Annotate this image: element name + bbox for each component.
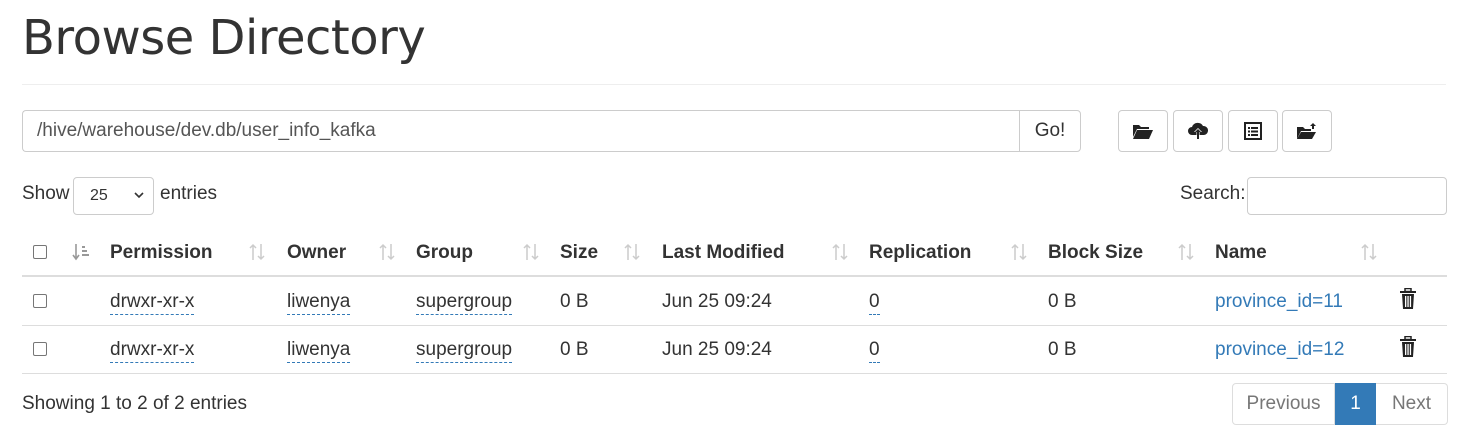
upload-files-button[interactable] bbox=[1173, 110, 1223, 152]
table-header: Permission Owner Group Size Last Modifie… bbox=[22, 230, 1447, 277]
go-button[interactable]: Go! bbox=[1019, 110, 1081, 152]
sort-icon[interactable] bbox=[1177, 242, 1195, 262]
previous-page-button[interactable]: Previous bbox=[1232, 383, 1335, 425]
cloud-upload-icon bbox=[1188, 122, 1209, 139]
page-1-button[interactable]: 1 bbox=[1335, 383, 1376, 425]
column-header-permission[interactable]: Permission bbox=[110, 242, 212, 264]
pagination: Previous 1 Next bbox=[1232, 383, 1448, 425]
paste-button[interactable] bbox=[1282, 110, 1332, 152]
permission-cell[interactable]: drwxr-xr-x bbox=[110, 339, 195, 363]
path-bar: Go! bbox=[22, 110, 1081, 152]
table-info: Showing 1 to 2 of 2 entries bbox=[22, 393, 247, 414]
last-modified-cell: Jun 25 09:24 bbox=[662, 339, 772, 360]
permission-cell[interactable]: drwxr-xr-x bbox=[110, 291, 195, 315]
owner-cell[interactable]: liwenya bbox=[287, 339, 351, 363]
replication-cell[interactable]: 0 bbox=[869, 291, 880, 315]
search-label: Search: bbox=[1180, 183, 1246, 204]
entries-per-page-value: 25 bbox=[90, 187, 108, 204]
block-size-cell: 0 B bbox=[1048, 291, 1077, 312]
next-page-button[interactable]: Next bbox=[1376, 383, 1448, 425]
block-size-cell: 0 B bbox=[1048, 339, 1077, 360]
sort-icon[interactable] bbox=[623, 242, 641, 262]
page-title: Browse Directory bbox=[22, 10, 426, 66]
column-header-replication[interactable]: Replication bbox=[869, 242, 971, 264]
name-link[interactable]: province_id=12 bbox=[1215, 339, 1344, 361]
replication-cell[interactable]: 0 bbox=[869, 339, 880, 363]
cut-paste-button[interactable] bbox=[1228, 110, 1278, 152]
create-directory-button[interactable] bbox=[1118, 110, 1168, 152]
sort-icon[interactable] bbox=[378, 242, 396, 262]
column-header-block-size[interactable]: Block Size bbox=[1048, 242, 1143, 264]
name-link[interactable]: province_id=11 bbox=[1215, 291, 1343, 313]
folder-open-icon bbox=[1133, 125, 1153, 139]
row-checkbox[interactable] bbox=[33, 342, 47, 356]
show-label: Show bbox=[22, 183, 70, 204]
trash-icon[interactable] bbox=[1399, 288, 1417, 310]
sort-icon[interactable] bbox=[248, 242, 266, 262]
list-alt-icon bbox=[1244, 122, 1262, 140]
group-cell[interactable]: supergroup bbox=[416, 339, 513, 363]
group-cell[interactable]: supergroup bbox=[416, 291, 513, 315]
sort-icon[interactable] bbox=[522, 242, 540, 262]
table-row: drwxr-xr-x liwenya supergroup 0 B Jun 25… bbox=[22, 326, 1447, 374]
size-cell: 0 B bbox=[560, 339, 589, 360]
column-header-last-modified[interactable]: Last Modified bbox=[662, 242, 784, 264]
sort-ascending-icon[interactable] bbox=[72, 242, 90, 262]
last-modified-cell: Jun 25 09:24 bbox=[662, 291, 772, 312]
column-header-size[interactable]: Size bbox=[560, 242, 598, 264]
column-header-owner[interactable]: Owner bbox=[287, 242, 346, 264]
select-all-checkbox[interactable] bbox=[33, 245, 47, 259]
entries-per-page-select[interactable]: 25 bbox=[73, 177, 154, 215]
folder-upload-icon bbox=[1297, 123, 1316, 139]
sort-icon[interactable] bbox=[1360, 242, 1378, 262]
row-checkbox[interactable] bbox=[33, 294, 47, 308]
path-input[interactable] bbox=[22, 110, 1019, 152]
chevron-down-icon bbox=[134, 192, 144, 199]
column-header-name[interactable]: Name bbox=[1215, 242, 1267, 264]
table-row: drwxr-xr-x liwenya supergroup 0 B Jun 25… bbox=[22, 278, 1447, 326]
column-header-group[interactable]: Group bbox=[416, 242, 473, 264]
sort-icon[interactable] bbox=[831, 242, 849, 262]
trash-icon[interactable] bbox=[1399, 336, 1417, 358]
sort-icon[interactable] bbox=[1010, 242, 1028, 262]
entries-label: entries bbox=[160, 183, 218, 204]
title-divider bbox=[22, 84, 1446, 85]
search-input[interactable] bbox=[1247, 177, 1447, 215]
size-cell: 0 B bbox=[560, 291, 589, 312]
owner-cell[interactable]: liwenya bbox=[287, 291, 351, 315]
